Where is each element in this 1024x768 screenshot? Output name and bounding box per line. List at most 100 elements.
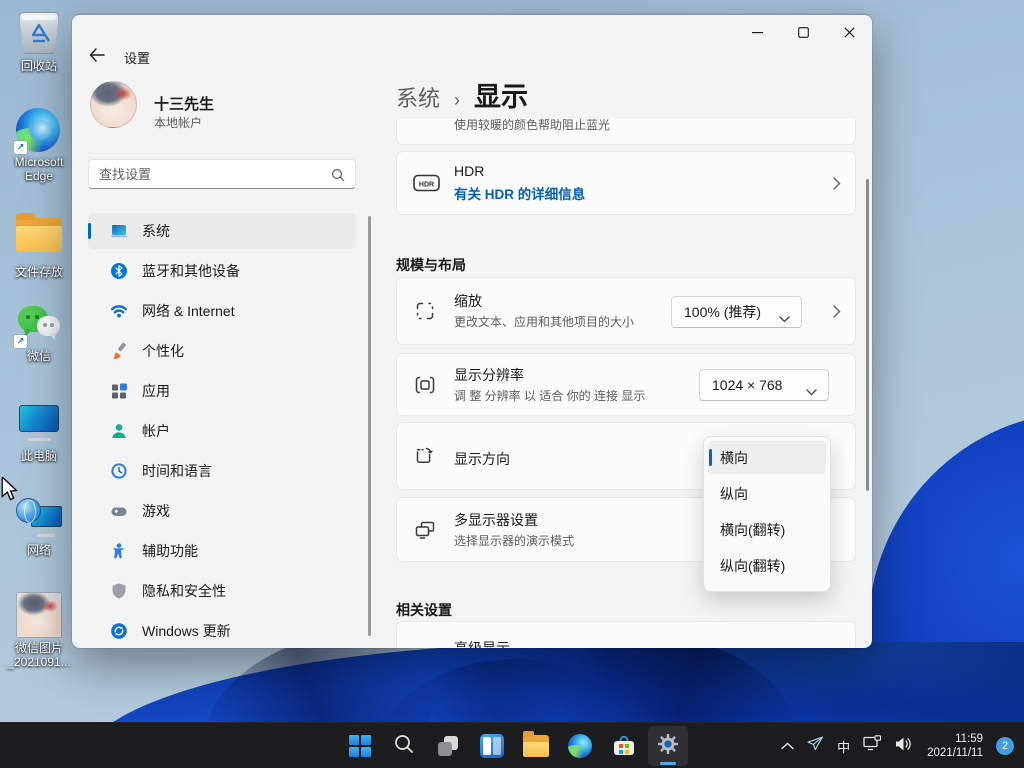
hdr-row[interactable]: HDR HDR 有关 HDR 的详细信息	[396, 151, 856, 215]
desktop-icon-photo[interactable]: 微信图片 _2021091...	[0, 592, 78, 669]
desktop-icon-this-pc[interactable]: 此电脑	[0, 402, 78, 463]
photo-thumbnail-icon	[16, 592, 62, 638]
dropdown-option-portrait[interactable]: 纵向	[708, 477, 826, 510]
recycle-bin-icon	[19, 12, 59, 54]
search-input[interactable]	[99, 160, 329, 188]
desktop-icon-label: 微信	[0, 349, 78, 363]
sidebar-item-personalization[interactable]: 个性化	[88, 333, 356, 369]
settings-taskbar-button[interactable]	[648, 726, 688, 766]
sidebar-item-system[interactable]: 系统	[88, 213, 356, 249]
volume-icon[interactable]	[895, 736, 914, 757]
row-subtitle: 选择显示器的演示模式	[454, 532, 574, 549]
sidebar-item-time-language[interactable]: 时间和语言	[88, 453, 356, 489]
orientation-dropdown: 横向 纵向 横向(翻转) 纵向(翻转)	[703, 436, 831, 592]
sidebar-scrollbar[interactable]	[368, 216, 371, 636]
row-subtitle: 调 整 分辨率 以 适合 你的 连接 显示	[454, 387, 645, 404]
taskbar-search-button[interactable]	[384, 726, 424, 766]
clock[interactable]: 11:59 2021/11/11	[927, 732, 983, 760]
dropdown-option-landscape-flipped[interactable]: 横向(翻转)	[708, 513, 826, 546]
hdr-details-link[interactable]: 有关 HDR 的详细信息	[454, 183, 585, 203]
user-name: 十三先生	[154, 93, 214, 114]
store-icon	[612, 734, 636, 758]
start-button[interactable]	[340, 726, 380, 766]
dropdown-option-label: 纵向(翻转)	[720, 556, 785, 576]
chevron-right-icon	[833, 177, 841, 195]
dropdown-option-landscape[interactable]: 横向	[708, 441, 826, 474]
search-box	[88, 159, 356, 189]
tray-time: 11:59	[927, 732, 983, 746]
gamepad-icon	[110, 502, 128, 520]
avatar[interactable]	[90, 81, 137, 128]
store-button[interactable]	[604, 726, 644, 766]
network-tray-icon[interactable]	[863, 735, 882, 757]
row-title: 显示分辨率	[454, 365, 524, 385]
sidebar-item-apps[interactable]: 应用	[88, 373, 356, 409]
svg-text:HDR: HDR	[419, 182, 434, 189]
dropdown-option-label: 横向	[720, 448, 748, 468]
sidebar-item-windows-update[interactable]: Windows 更新	[88, 613, 356, 648]
sidebar-item-accessibility[interactable]: 辅助功能	[88, 533, 356, 569]
tray-app-icon[interactable]	[807, 736, 824, 756]
desktop-icon-wechat[interactable]: ↗ 微信	[0, 302, 78, 363]
sidebar-item-bluetooth-devices[interactable]: 蓝牙和其他设备	[88, 253, 356, 289]
breadcrumb-parent[interactable]: 系统	[396, 81, 440, 113]
minimize-button[interactable]	[734, 15, 780, 49]
this-pc-icon	[16, 402, 62, 446]
dropdown-option-label: 纵向	[720, 484, 748, 504]
scale-row[interactable]: 缩放 更改文本、应用和其他项目的大小 100% (推荐)	[396, 277, 856, 345]
window-title: 设置	[124, 48, 150, 67]
active-app-indicator	[660, 762, 676, 765]
chevron-down-icon	[779, 310, 790, 328]
orientation-icon	[413, 444, 437, 468]
sidebar-nav: 系统 蓝牙和其他设备 网络 & Internet 个性化	[88, 213, 356, 648]
desktop-icon-recycle-bin[interactable]: 回收站	[0, 12, 78, 73]
edge-button[interactable]	[560, 726, 600, 766]
sidebar-item-label: Windows 更新	[142, 621, 231, 641]
combobox-value: 100% (推荐)	[684, 302, 761, 322]
shortcut-arrow-icon: ↗	[14, 335, 27, 348]
search-icon[interactable]	[331, 168, 345, 187]
desktop-icon-folder[interactable]: 文件存放	[0, 212, 78, 279]
content-scrollbar[interactable]	[866, 179, 869, 491]
row-title: 高级显示	[454, 638, 510, 648]
advanced-display-row[interactable]: 高级显示	[396, 621, 856, 648]
desktop-icon-label: Microsoft	[15, 155, 64, 169]
clock-icon	[110, 462, 128, 480]
maximize-button[interactable]	[780, 15, 826, 49]
system-tray: 中 11:59 2021/11/11 2	[781, 723, 1014, 768]
sidebar-item-label: 帐户	[142, 421, 170, 441]
file-explorer-button[interactable]	[516, 726, 556, 766]
section-header-related: 相关设置	[396, 600, 452, 620]
back-button[interactable]	[88, 47, 106, 63]
close-button[interactable]	[826, 15, 872, 49]
dropdown-option-label: 横向(翻转)	[720, 520, 785, 540]
search-icon	[393, 733, 415, 760]
desktop-icon-label: 网络	[0, 543, 78, 557]
task-view-button[interactable]	[428, 726, 468, 766]
sidebar-item-privacy-security[interactable]: 隐私和安全性	[88, 573, 356, 609]
wifi-icon	[110, 302, 128, 320]
ime-indicator[interactable]: 中	[837, 737, 850, 756]
sidebar-item-network-internet[interactable]: 网络 & Internet	[88, 293, 356, 329]
multi-monitor-icon	[413, 518, 437, 542]
shield-icon	[110, 582, 128, 600]
scale-combobox[interactable]: 100% (推荐)	[671, 296, 802, 328]
sidebar-item-gaming[interactable]: 游戏	[88, 493, 356, 529]
dropdown-option-portrait-flipped[interactable]: 纵向(翻转)	[708, 549, 826, 582]
resolution-row[interactable]: 显示分辨率 调 整 分辨率 以 适合 你的 连接 显示 1024 × 768	[396, 353, 856, 416]
desktop-icon-label: 文件存放	[0, 265, 78, 279]
resolution-combobox[interactable]: 1024 × 768	[699, 369, 829, 401]
sidebar-item-label: 辅助功能	[142, 541, 198, 561]
row-subtitle: 更改文本、应用和其他项目的大小	[454, 313, 634, 330]
shortcut-arrow-icon: ↗	[14, 141, 27, 154]
notification-badge[interactable]: 2	[996, 737, 1014, 755]
widgets-button[interactable]	[472, 726, 512, 766]
combobox-value: 1024 × 768	[712, 377, 782, 393]
desktop-icon-edge[interactable]: ↗ Microsoft Edge	[0, 108, 78, 183]
taskbar: 中 11:59 2021/11/11 2	[0, 722, 1024, 768]
windows-logo-icon	[349, 735, 371, 757]
night-light-row-clipped[interactable]: 使用较暖的颜色帮助阻止蓝光	[396, 119, 856, 145]
accessibility-person-icon	[110, 542, 128, 560]
sidebar-item-accounts[interactable]: 帐户	[88, 413, 356, 449]
tray-chevron-up-icon[interactable]	[781, 737, 794, 755]
